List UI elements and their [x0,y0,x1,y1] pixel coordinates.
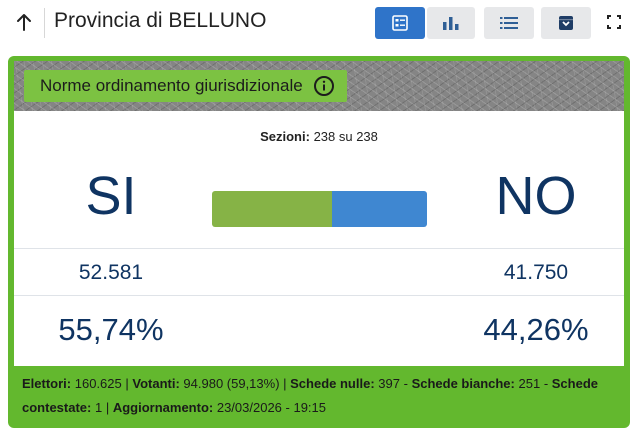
bar-chart-icon [443,17,459,30]
schede-contestate-value: 1 [94,400,103,415]
aggiornamento-label: Aggiornamento: [112,400,214,415]
schede-bianche-label: Schede bianche: [411,376,515,391]
archive-box-icon [559,16,573,30]
info-icon[interactable] [313,75,335,97]
sezioni-label: Sezioni: [260,129,310,144]
elettori-value: 160.625 [74,376,122,391]
archive-view-button[interactable] [541,7,591,39]
row-divider [14,248,624,249]
card-footer: Elettori: 160.625 | Votanti: 94.980 (59,… [22,376,599,415]
back-button[interactable] [10,8,38,36]
row-divider [14,295,624,296]
no-label: NO [495,166,577,226]
aggiornamento-value: 23/03/2026 - 19:15 [216,400,326,415]
yes-label: SI [85,166,137,226]
schede-nulle-label: Schede nulle: [290,376,375,391]
referendum-card: Norme ordinamento giurisdizionale Sezion… [8,56,630,428]
votanti-value: 94.980 (59,13%) [183,376,280,391]
list-icon [500,17,518,29]
schede-nulle-value: 397 [378,376,400,391]
no-bar-segment [331,191,427,227]
header-divider [44,8,45,38]
sezioni-value: 238 su 238 [313,129,378,144]
arrow-up-icon [17,14,31,31]
card-body: Sezioni: 238 su 238 SI NO 52.581 41.750 … [14,111,624,366]
summary-card-icon [392,15,408,31]
card-header: Norme ordinamento giurisdizionale [14,61,624,111]
yes-bar-segment [212,191,332,227]
votanti-label: Votanti: [132,376,180,391]
yes-percent: 55,74% [58,312,164,347]
page-title: Provincia di BELLUNO [54,9,267,32]
top-bar: Provincia di BELLUNO [0,0,640,46]
no-votes: 41.750 [503,261,569,284]
fullscreen-button[interactable] [601,9,627,35]
chart-view-button[interactable] [427,7,475,39]
list-view-button[interactable] [484,7,534,39]
no-percent: 44,26% [483,312,589,347]
elettori-label: Elettori: [22,376,72,391]
summary-view-button[interactable] [375,7,425,39]
fullscreen-icon [607,15,621,29]
question-chip: Norme ordinamento giurisdizionale [24,70,347,102]
result-bar [212,191,427,227]
schede-bianche-value: 251 [518,376,541,391]
yes-votes: 52.581 [78,261,144,284]
question-title: Norme ordinamento giurisdizionale [40,76,303,95]
sezioni-line: Sezioni: 238 su 238 [14,129,624,144]
